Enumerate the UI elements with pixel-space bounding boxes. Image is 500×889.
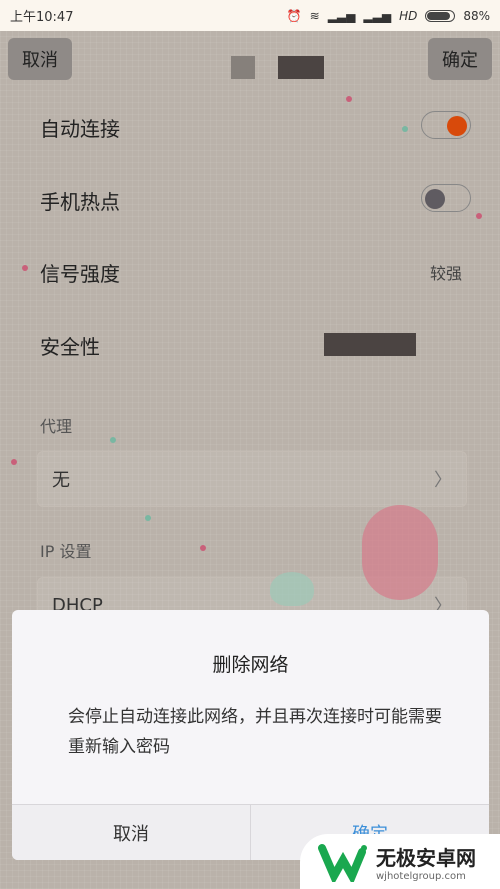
cancel-button[interactable]: 取消 (8, 38, 72, 80)
decor-dot (11, 459, 17, 465)
ip-section-label: IP 设置 (40, 542, 92, 561)
dialog-message: 会停止自动连接此网络，并且再次连接时可能需要重新输入密码 (68, 707, 442, 757)
dialog-cancel-button[interactable]: 取消 (12, 805, 250, 860)
decor-dot (200, 545, 206, 551)
redacted-title (231, 56, 255, 79)
network-type: HD (399, 8, 418, 23)
decor-sticker (362, 505, 438, 600)
decor-dot (110, 437, 116, 443)
watermark-name: 无极安卓网 (376, 845, 476, 870)
hotspot-label: 手机热点 (40, 190, 120, 214)
clock: 上午10:47 (10, 10, 74, 25)
battery-icon (425, 9, 456, 22)
confirm-button[interactable]: 确定 (428, 38, 492, 80)
chevron-right-icon: 〉 (434, 470, 452, 491)
redacted-title-2 (278, 56, 324, 79)
proxy-select[interactable]: 无〉 (37, 451, 467, 507)
decor-dot (22, 265, 28, 271)
signal-label: 信号强度 (40, 262, 120, 286)
watermark-w-icon (318, 843, 367, 882)
security-label: 安全性 (40, 335, 100, 359)
decor-dot (402, 126, 408, 132)
dialog-title: 删除网络 (212, 654, 289, 676)
watermark-url: wjhotelgroup.com (376, 870, 466, 882)
auto-connect-label: 自动连接 (40, 117, 120, 141)
proxy-section-label: 代理 (40, 417, 73, 436)
decor-dot (145, 515, 151, 521)
alarm-icon: ⏰ (286, 8, 302, 23)
battery-percent: 88% (463, 8, 490, 23)
signal-icon-2: ▂▃▅ (363, 8, 392, 23)
proxy-value: 无 (52, 470, 70, 491)
status-bar: 上午10:47 ⏰ ≋ ▂▃▅ ▂▃▅ HD 88% (0, 0, 500, 31)
watermark-logo: 无极安卓网 wjhotelgroup.com (300, 834, 500, 889)
wifi-icon: ≋ (309, 8, 320, 23)
auto-connect-toggle[interactable] (421, 111, 471, 139)
decor-heart (270, 572, 314, 606)
redacted-security-value (324, 333, 416, 356)
delete-network-dialog: 删除网络 会停止自动连接此网络，并且再次连接时可能需要重新输入密码 取消 确定 (12, 610, 489, 860)
signal-value: 较强 (430, 264, 463, 283)
hotspot-toggle[interactable] (421, 184, 471, 212)
decor-dot (346, 96, 352, 102)
signal-icon: ▂▃▅ (327, 8, 356, 23)
decor-dot (476, 213, 482, 219)
